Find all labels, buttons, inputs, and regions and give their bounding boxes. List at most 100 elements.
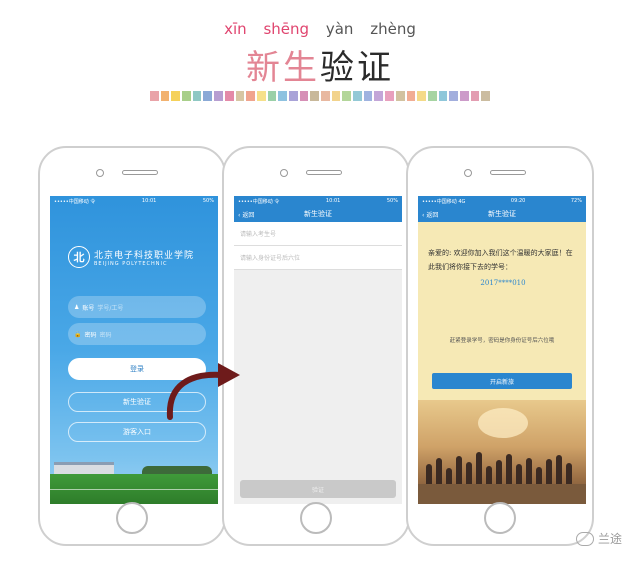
nav-bar: •••••中国移动 4G 09:20 72% ‹ 返回 新生验证 [418, 196, 586, 222]
person-silhouette [466, 462, 472, 486]
home-button [300, 502, 332, 534]
person-silhouette [506, 454, 512, 486]
password-placeholder: 密码 [99, 331, 112, 339]
color-swatch [321, 91, 330, 101]
login-hint: 赶紧登录学号，密码是你身份证号后六位哦 [449, 338, 555, 344]
welcome-screen: •••••中国移动 4G 09:20 72% ‹ 返回 新生验证 亲爱的: 欢迎… [418, 196, 586, 504]
lock-icon: 🔒 [74, 330, 82, 338]
color-swatch [288, 91, 298, 101]
color-swatch [246, 91, 255, 101]
phone-verify: •••••中国移动 令 10:01 50% ‹ 返回 新生验证 请输入考生号 请… [222, 146, 410, 546]
battery-label: 50% [202, 198, 214, 204]
speaker-grille [306, 170, 342, 175]
camera-icon [464, 169, 472, 177]
pinyin-row: xīn shēng yàn zhèng [0, 20, 640, 38]
id-number-input[interactable]: 请输入身份证号后六位 [234, 246, 402, 270]
nav-title: 新生验证 [488, 210, 516, 218]
pinyin-yan: yàn [325, 20, 354, 38]
person-silhouette [436, 458, 442, 486]
color-swatch [417, 91, 426, 101]
color-swatch [150, 91, 159, 101]
color-swatch [353, 91, 362, 101]
carrier-label: •••••中国移动 令 [54, 198, 96, 205]
color-swatch [374, 91, 384, 101]
chat-bubble-icon [575, 531, 594, 546]
person-silhouette [426, 464, 432, 486]
back-button[interactable]: ‹ 返回 [422, 210, 438, 219]
color-swatch [363, 91, 373, 101]
color-swatch [385, 91, 394, 101]
title-part-2: 验证 [320, 48, 394, 88]
stadium-image [50, 442, 218, 504]
verify-submit-button[interactable]: 验证 [240, 480, 396, 498]
letter-greeting: 亲爱的: [428, 249, 452, 257]
start-journey-button[interactable]: 开启新旅 [432, 373, 572, 389]
school-name-cn: 北京电子科技职业学院 [94, 250, 195, 261]
back-label: 返回 [242, 211, 255, 219]
title-part-1: 新生 [246, 48, 320, 88]
color-swatch [395, 91, 405, 101]
person-silhouette [556, 455, 562, 486]
nav-title: 新生验证 [304, 210, 332, 218]
color-swatch [299, 91, 309, 101]
color-swatch [459, 91, 469, 101]
person-silhouette [546, 459, 552, 486]
color-swatch [160, 91, 170, 101]
student-number: 2017****010 [480, 279, 526, 287]
guest-entry-button[interactable]: 游客入口 [68, 422, 206, 442]
status-time: 10:01 [325, 198, 341, 204]
person-silhouette [516, 464, 522, 486]
password-field[interactable]: 🔒 密码 密码 [68, 323, 206, 345]
color-swatch [342, 91, 352, 101]
status-bar: •••••中国移动 4G 09:20 72% [418, 196, 586, 206]
home-button [484, 502, 516, 534]
color-swatch [203, 91, 213, 101]
color-swatch [331, 91, 341, 101]
page-title: 新生验证 [0, 40, 640, 89]
person-silhouette [526, 458, 532, 486]
person-silhouette [456, 456, 462, 486]
status-bar: •••••中国移动 令 10:01 50% [50, 196, 218, 206]
pinyin-zheng: zhèng [370, 20, 416, 38]
school-name-en: BEIJING POLYTECHNIC [94, 260, 168, 267]
speaker-grille [490, 170, 526, 175]
color-swatch [267, 91, 277, 101]
status-bar: •••••中国移动 令 10:01 50% [234, 196, 402, 206]
camera-icon [96, 169, 104, 177]
user-icon: ♟ [74, 303, 80, 311]
color-swatch [235, 91, 245, 101]
color-swatch-strip [150, 91, 490, 101]
watermark-text: 兰途 [597, 532, 622, 546]
pinyin-xin: xīn [224, 20, 247, 38]
carrier-label: •••••中国移动 令 [238, 198, 280, 205]
color-swatch [427, 91, 437, 101]
color-swatch [406, 91, 416, 101]
welcome-letter: 亲爱的: 欢迎你加入我们这个温暖的大家庭！在此我们将你接下去的学号： 2017*… [428, 246, 578, 290]
school-logo: 北 北京电子科技职业学院 BEIJING POLYTECHNIC [68, 246, 213, 268]
speaker-grille [122, 170, 158, 175]
person-silhouette [566, 463, 572, 486]
account-placeholder: 学号/工号 [97, 304, 124, 312]
back-label: 返回 [426, 211, 439, 219]
status-time: 09:20 [510, 198, 526, 204]
nav-bar: •••••中国移动 令 10:01 50% ‹ 返回 新生验证 [234, 196, 402, 222]
color-swatch [438, 91, 448, 101]
color-swatch [224, 91, 234, 101]
color-swatch [182, 91, 191, 101]
phone-login: •••••中国移动 令 10:01 50% 北 北京电子科技职业学院 BEIJI… [38, 146, 226, 546]
color-swatch [470, 91, 480, 101]
password-label: 密码 [84, 331, 97, 339]
curved-arrow-icon [166, 363, 240, 420]
battery-label: 72% [570, 198, 582, 204]
color-swatch [278, 91, 287, 101]
verify-screen: •••••中国移动 令 10:01 50% ‹ 返回 新生验证 请输入考生号 请… [234, 196, 402, 504]
person-silhouette [486, 466, 492, 486]
battery-label: 50% [386, 198, 398, 204]
color-swatch [449, 91, 458, 101]
back-button[interactable]: ‹ 返回 [238, 210, 254, 219]
color-swatch [214, 91, 223, 101]
account-field[interactable]: ♟ 账号 学号/工号 [68, 296, 206, 318]
pinyin-sheng: shēng [263, 20, 310, 38]
school-emblem-icon: 北 [68, 246, 90, 268]
exam-number-input[interactable]: 请输入考生号 [234, 222, 402, 246]
